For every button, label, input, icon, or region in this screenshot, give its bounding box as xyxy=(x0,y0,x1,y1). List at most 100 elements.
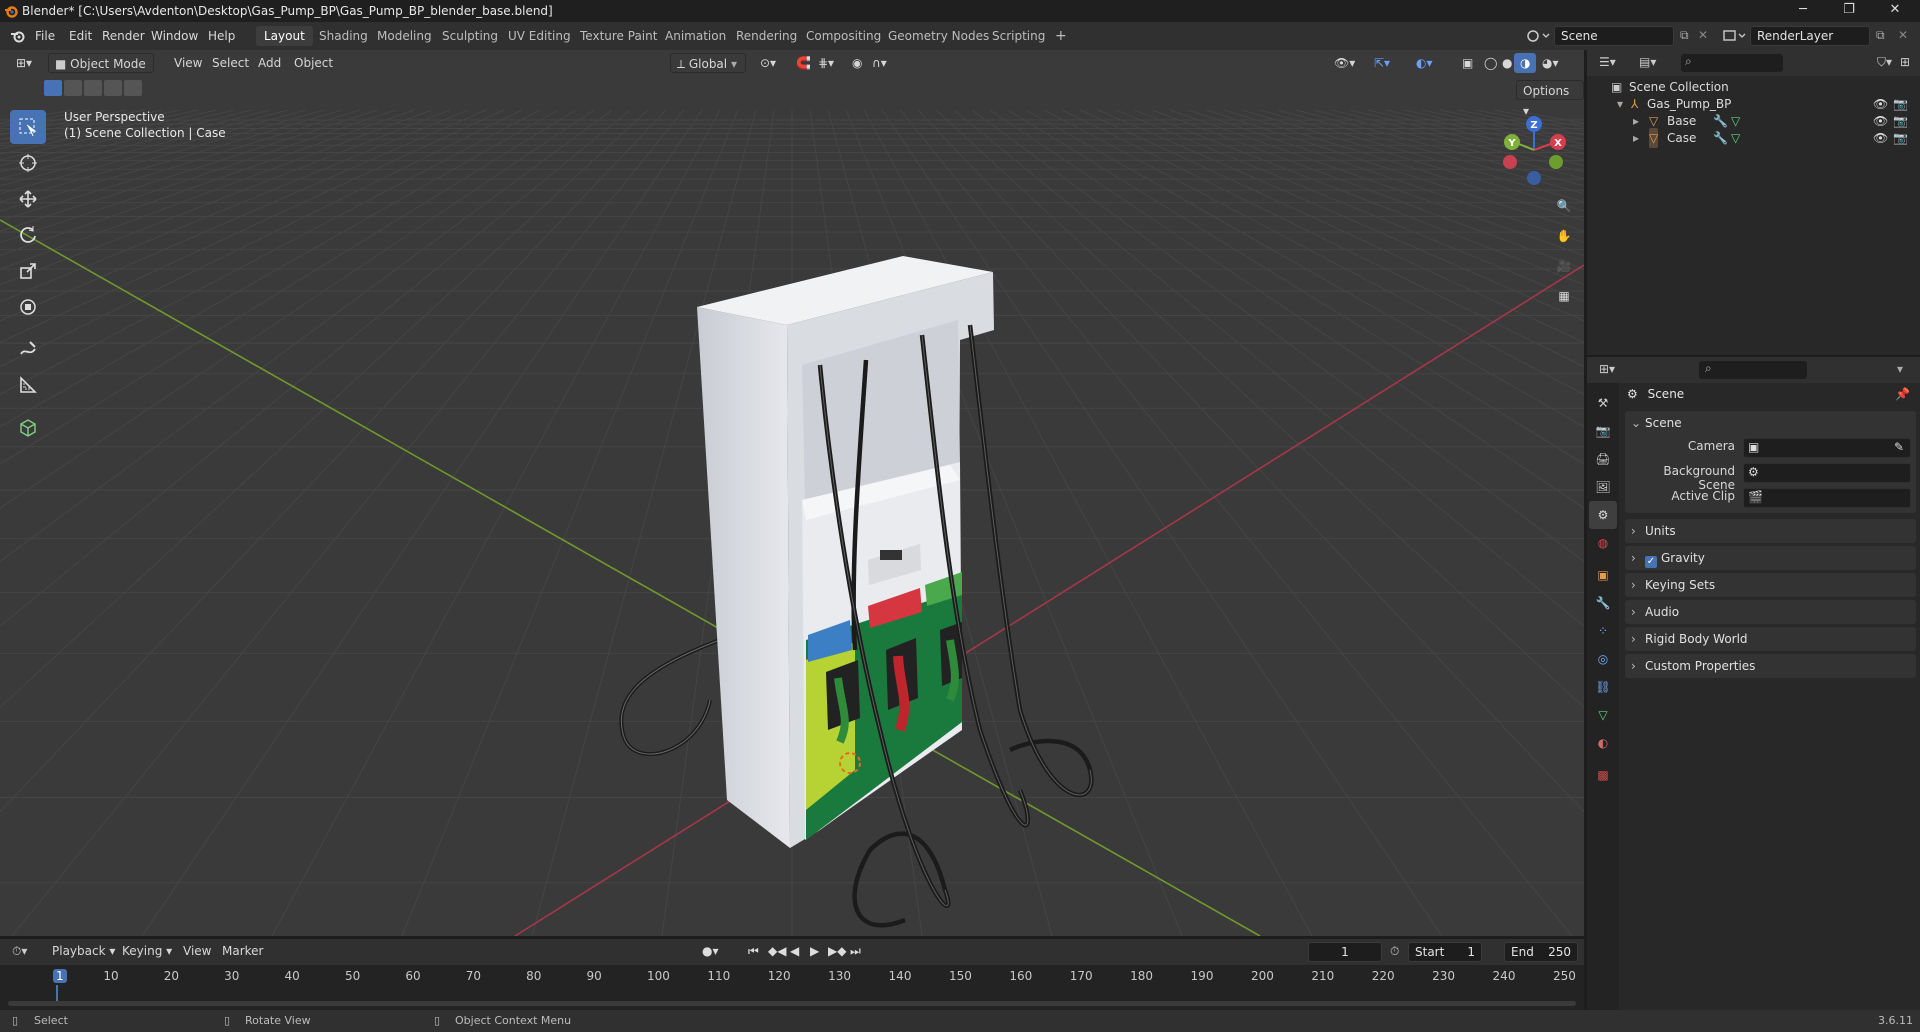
playhead-frame-indicator[interactable]: 1 xyxy=(53,969,67,983)
tab-shading[interactable]: Shading xyxy=(311,26,376,46)
rotate-tool-icon[interactable] xyxy=(10,218,46,252)
gravity-checkbox[interactable]: ✓ xyxy=(1645,556,1657,568)
perspective-toggle-icon[interactable]: ▦ xyxy=(1550,282,1578,310)
tab-modeling[interactable]: Modeling xyxy=(369,26,440,46)
audio-panel[interactable]: › Audio xyxy=(1625,600,1916,624)
render-camera-icon[interactable]: 📷 xyxy=(1893,128,1908,148)
transform-orientation-dropdown[interactable]: ⟂ Global ▾ xyxy=(670,53,746,73)
tab-sculpting[interactable]: Sculpting xyxy=(434,26,506,46)
menu-add[interactable]: Add xyxy=(252,53,287,73)
menu-help[interactable]: Help xyxy=(208,29,235,43)
rigid-body-world-panel[interactable]: › Rigid Body World xyxy=(1625,627,1916,651)
current-frame-field[interactable]: 1 xyxy=(1308,942,1382,962)
new-layer-icon[interactable]: ⧉ xyxy=(1876,28,1885,43)
select-box-tool-icon[interactable] xyxy=(10,110,46,144)
properties-options-icon[interactable]: ▾ xyxy=(1897,362,1903,376)
editor-type-icon[interactable]: ⊞▾ xyxy=(10,53,38,73)
start-frame-field[interactable]: Start 1 xyxy=(1408,942,1482,962)
tab-scripting[interactable]: Scripting xyxy=(984,26,1053,46)
scene-tab-icon[interactable]: ⚙ xyxy=(1589,501,1617,529)
scale-tool-icon[interactable] xyxy=(10,254,46,288)
menu-select[interactable]: Select xyxy=(206,53,255,73)
world-tab-icon[interactable]: ◍ xyxy=(1589,529,1617,557)
texture-tab-icon[interactable]: ▩ xyxy=(1589,761,1617,789)
select-new-icon[interactable] xyxy=(44,80,62,96)
measure-tool-icon[interactable] xyxy=(10,368,46,402)
output-tab-icon[interactable]: 🖨 xyxy=(1589,445,1617,473)
scene-selector-icon[interactable] xyxy=(1526,28,1550,44)
properties-search-input[interactable]: ⌕ xyxy=(1699,361,1807,379)
preview-range-icon[interactable]: ⏱ xyxy=(1390,944,1399,959)
outliner-row-case[interactable]: ▸ ▽ Case 🔧 ▽ 👁 📷 xyxy=(1587,128,1920,148)
jump-next-keyframe-icon[interactable]: ▶◆ xyxy=(828,944,846,958)
add-cube-tool-icon[interactable] xyxy=(10,410,46,444)
visibility-icon[interactable]: 👁▾ xyxy=(1328,53,1361,73)
tab-texture-paint[interactable]: Texture Paint xyxy=(572,26,665,46)
select-invert-icon[interactable] xyxy=(104,80,122,96)
object-tab-icon[interactable]: ▣ xyxy=(1589,561,1617,589)
move-tool-icon[interactable] xyxy=(10,182,46,216)
jump-start-icon[interactable]: ⏮ xyxy=(748,944,759,959)
outliner-editor-type-icon[interactable]: ☰▾ xyxy=(1599,55,1616,69)
new-collection-icon[interactable]: ⊞ xyxy=(1900,55,1910,69)
constraints-tab-icon[interactable]: ⛓ xyxy=(1589,673,1617,701)
view-layer-icon[interactable] xyxy=(1722,28,1746,44)
cursor-tool-icon[interactable] xyxy=(10,146,46,180)
falloff-icon[interactable]: ∩▾ xyxy=(866,53,893,73)
overlay-toggle-icon[interactable]: ◐▾ xyxy=(1410,53,1439,73)
select-subtract-icon[interactable] xyxy=(84,80,102,96)
renderlayer-field[interactable]: RenderLayer xyxy=(1750,26,1870,46)
scene-panel-header[interactable]: ⌄ Scene xyxy=(1625,411,1916,435)
gizmo-toggle-icon[interactable]: ⇱▾ xyxy=(1368,53,1396,73)
pan-hand-icon[interactable]: ✋ xyxy=(1550,222,1578,250)
pivot-point-icon[interactable]: ⊙▾ xyxy=(754,53,782,73)
tab-layout[interactable]: Layout xyxy=(256,26,313,46)
material-tab-icon[interactable]: ◐ xyxy=(1589,729,1617,757)
new-scene-icon[interactable]: ⧉ xyxy=(1680,28,1689,43)
tab-geometry-nodes[interactable]: Geometry Nodes xyxy=(880,26,997,46)
play-reverse-icon[interactable]: ◀ xyxy=(790,944,799,958)
select-intersect-icon[interactable] xyxy=(124,80,142,96)
transform-tool-icon[interactable] xyxy=(10,290,46,324)
custom-properties-panel[interactable]: › Custom Properties xyxy=(1625,654,1916,678)
view-layer-tab-icon[interactable]: 🖼 xyxy=(1589,473,1617,501)
menu-render[interactable]: Render xyxy=(102,29,145,43)
data-tab-icon[interactable]: ▽ xyxy=(1589,701,1617,729)
select-extend-icon[interactable] xyxy=(64,80,82,96)
end-frame-field[interactable]: End 250 xyxy=(1504,942,1578,962)
units-panel[interactable]: › Units xyxy=(1625,519,1916,543)
menu-keying[interactable]: Keying ▾ xyxy=(122,944,172,958)
add-workspace-button[interactable]: + xyxy=(1047,26,1075,46)
material-shading-icon[interactable]: ◑ xyxy=(1514,53,1537,73)
blender-menu-icon[interactable] xyxy=(10,29,26,43)
tool-tab-icon[interactable]: ⚒ xyxy=(1589,389,1617,417)
navigation-gizmo[interactable]: Z X Y xyxy=(1496,110,1572,190)
timeline-scrollbar[interactable] xyxy=(8,1001,1576,1006)
jump-end-icon[interactable]: ⏭ xyxy=(850,944,861,959)
play-icon[interactable]: ▶ xyxy=(810,944,819,958)
active-clip-field[interactable]: 🎬 xyxy=(1743,488,1911,508)
rendered-shading-icon[interactable]: ◕▾ xyxy=(1536,53,1565,73)
restore-button[interactable]: ❐ xyxy=(1826,0,1872,22)
jump-prev-keyframe-icon[interactable]: ◆◀ xyxy=(768,944,786,958)
render-tab-icon[interactable]: 📷 xyxy=(1589,417,1617,445)
camera-field[interactable]: ▣ ✎ xyxy=(1743,438,1911,458)
modifiers-tab-icon[interactable]: 🔧 xyxy=(1589,589,1617,617)
pin-icon[interactable]: 📌 xyxy=(1895,387,1910,401)
menu-timeline-view[interactable]: View xyxy=(183,944,211,958)
expand-arrow-icon[interactable]: ▸ xyxy=(1633,128,1639,148)
visibility-eye-icon[interactable]: 👁 xyxy=(1873,128,1888,148)
mode-selector[interactable]: ■ Object Mode ▾ xyxy=(48,53,154,91)
menu-edit[interactable]: Edit xyxy=(69,29,92,43)
physics-tab-icon[interactable]: ◎ xyxy=(1589,645,1617,673)
options-dropdown[interactable]: Options ▾ xyxy=(1516,80,1584,118)
properties-editor-type-icon[interactable]: ⊞▾ xyxy=(1599,362,1615,376)
delete-scene-icon[interactable]: ✕ xyxy=(1698,28,1708,42)
scene-name-field[interactable]: Scene xyxy=(1554,26,1674,46)
display-mode-icon[interactable]: ▤▾ xyxy=(1639,55,1656,69)
timeline-editor-type-icon[interactable]: ⏱▾ xyxy=(12,944,27,959)
tab-uv-editing[interactable]: UV Editing xyxy=(500,26,579,46)
close-button[interactable]: ✕ xyxy=(1872,0,1918,22)
tab-animation[interactable]: Animation xyxy=(657,26,734,46)
menu-view[interactable]: View xyxy=(168,53,208,73)
